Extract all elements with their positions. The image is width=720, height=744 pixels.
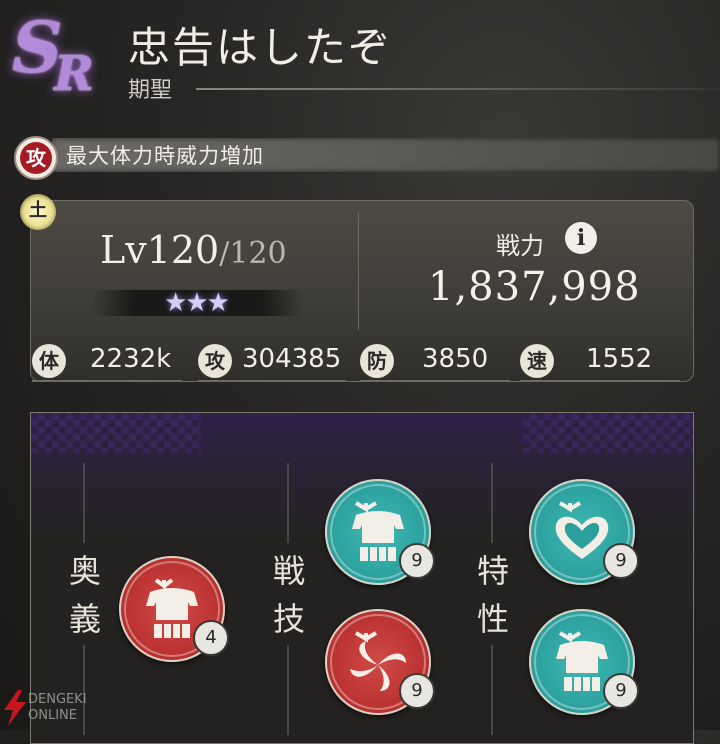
defense-underline (360, 380, 510, 382)
attack-value: 304385 (242, 344, 342, 374)
stats-divider (358, 212, 359, 330)
speed-underline (520, 380, 680, 382)
skills-panel: 奥義 戦技 特性 4 9 9 9 9 (30, 412, 694, 744)
column-line (83, 463, 85, 543)
power-label: 戦力 (496, 232, 544, 260)
level-display: Lv120/120 (100, 228, 287, 272)
hp-badge: 体 (32, 344, 66, 378)
tokusei-skill-button-2[interactable]: 9 (529, 609, 639, 715)
watermark-line1: DENGEKI (28, 692, 87, 707)
senggi-label: 戦技 (272, 552, 305, 638)
skill-level-badge: 9 (399, 673, 435, 709)
tokusei-skill-button-1[interactable]: 9 (529, 479, 639, 585)
tokusei-label: 特性 (476, 552, 509, 638)
rarity-r: R (54, 46, 94, 102)
element-earth-icon: 土 (29, 200, 47, 221)
attack-type-icon: 攻 (20, 142, 52, 174)
ougi-skill-button[interactable]: 4 (119, 556, 229, 662)
star-rank-icons: ★★★ (164, 288, 230, 318)
column-line (491, 645, 493, 735)
attack-badge: 攻 (198, 344, 232, 378)
watermark-line2: ONLINE (28, 708, 77, 723)
dengeki-watermark: DENGEKI ONLINE (2, 690, 122, 730)
element-badge: 土 (20, 194, 56, 230)
attack-underline (198, 380, 346, 382)
lightning-logo-icon (4, 690, 26, 726)
power-value: 1,837,998 (428, 264, 641, 310)
title-underline (196, 88, 720, 90)
skill-level-badge: 9 (603, 543, 639, 579)
defense-badge: 防 (360, 344, 394, 378)
rarity-badge: S R (8, 6, 104, 106)
senggi-skill-button-1[interactable]: 9 (325, 479, 435, 585)
level-value: Lv120 (100, 228, 220, 272)
info-icon[interactable]: i (565, 222, 597, 254)
skill-level-badge: 9 (603, 673, 639, 709)
skill-level-badge: 4 (193, 620, 229, 656)
stat-row: 体 2232k 攻 304385 防 3850 速 1552 (30, 340, 692, 384)
speed-value: 1552 (586, 344, 653, 374)
skill-level-badge: 9 (399, 543, 435, 579)
defense-value: 3850 (422, 344, 489, 374)
hp-underline (32, 380, 182, 382)
ougi-label: 奥義 (68, 552, 101, 638)
column-line (287, 645, 289, 735)
hp-value: 2232k (90, 344, 172, 374)
panel-pattern-right (523, 413, 693, 453)
card-title: 忠告はしたぞ (128, 23, 393, 72)
attack-type-badge: 攻 (14, 136, 58, 180)
level-max: /120 (219, 236, 287, 271)
senggi-skill-button-2[interactable]: 9 (325, 609, 435, 715)
column-line (491, 463, 493, 543)
column-line (287, 463, 289, 543)
card-subtitle: 期聖 (128, 78, 173, 103)
speed-badge: 速 (520, 344, 554, 378)
panel-pattern-left (31, 413, 201, 453)
ability-description: 最大体力時威力増加 (66, 144, 264, 168)
